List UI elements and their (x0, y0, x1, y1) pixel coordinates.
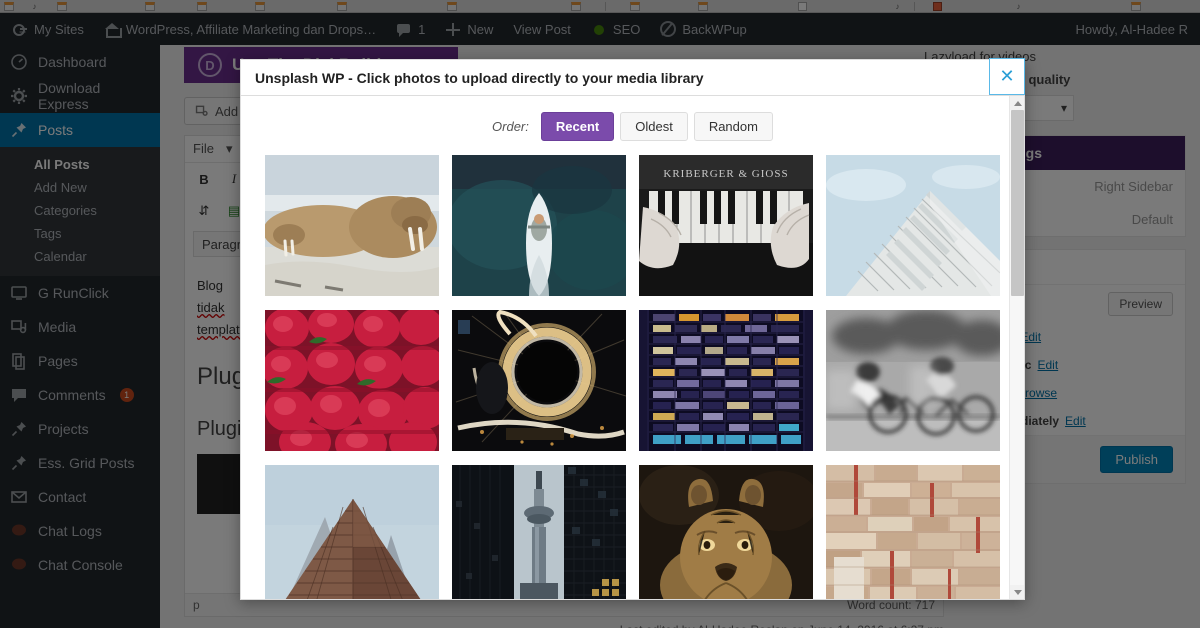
photo-person-in-white-kayak[interactable] (452, 155, 626, 296)
photo-stacked-old-books[interactable] (826, 465, 1000, 599)
photo-white-stepped-building[interactable] (826, 155, 1000, 296)
scrollbar-thumb[interactable] (1011, 110, 1024, 296)
modal-header: Unsplash WP - Click photos to upload dir… (241, 58, 1025, 96)
close-icon[interactable]: ✕ (989, 58, 1025, 95)
scroll-up-arrow-icon[interactable] (1010, 96, 1024, 110)
order-button-recent[interactable]: Recent (540, 112, 615, 141)
photo-walruses-on-ice[interactable] (265, 155, 439, 296)
modal-body: Order: Recent Oldest Random KRIBERGER & … (241, 96, 1024, 599)
order-label: Order: (492, 119, 529, 134)
photo-cyclists-motion-blur[interactable] (826, 310, 1000, 451)
order-controls: Order: Recent Oldest Random (241, 96, 1024, 155)
photo-strawberries-crate[interactable] (265, 310, 439, 451)
modal-scrollbar[interactable] (1009, 96, 1024, 599)
unsplash-wp-modal: Unsplash WP - Click photos to upload dir… (240, 58, 1025, 600)
svg-text:KRIBERGER & GIOSS: KRIBERGER & GIOSS (663, 168, 788, 180)
order-button-random[interactable]: Random (693, 112, 773, 141)
photo-grid: KRIBERGER & GIOSS (241, 155, 1024, 599)
modal-title: Unsplash WP - Click photos to upload dir… (255, 69, 704, 86)
photo-piano-hands-bw[interactable]: KRIBERGER & GIOSS (639, 155, 813, 296)
photo-office-facade-night[interactable] (639, 310, 813, 451)
photo-brick-pyramid-building[interactable] (265, 465, 439, 599)
photo-cn-tower-skyscrapers[interactable] (452, 465, 626, 599)
photo-lion-portrait[interactable] (639, 465, 813, 599)
photo-steel-wool-light-circle[interactable] (452, 310, 626, 451)
screen-root: ♪ ♪ ♪ My Sites (0, 0, 1200, 628)
scroll-down-arrow-icon[interactable] (1010, 585, 1024, 599)
order-button-oldest[interactable]: Oldest (620, 112, 688, 141)
